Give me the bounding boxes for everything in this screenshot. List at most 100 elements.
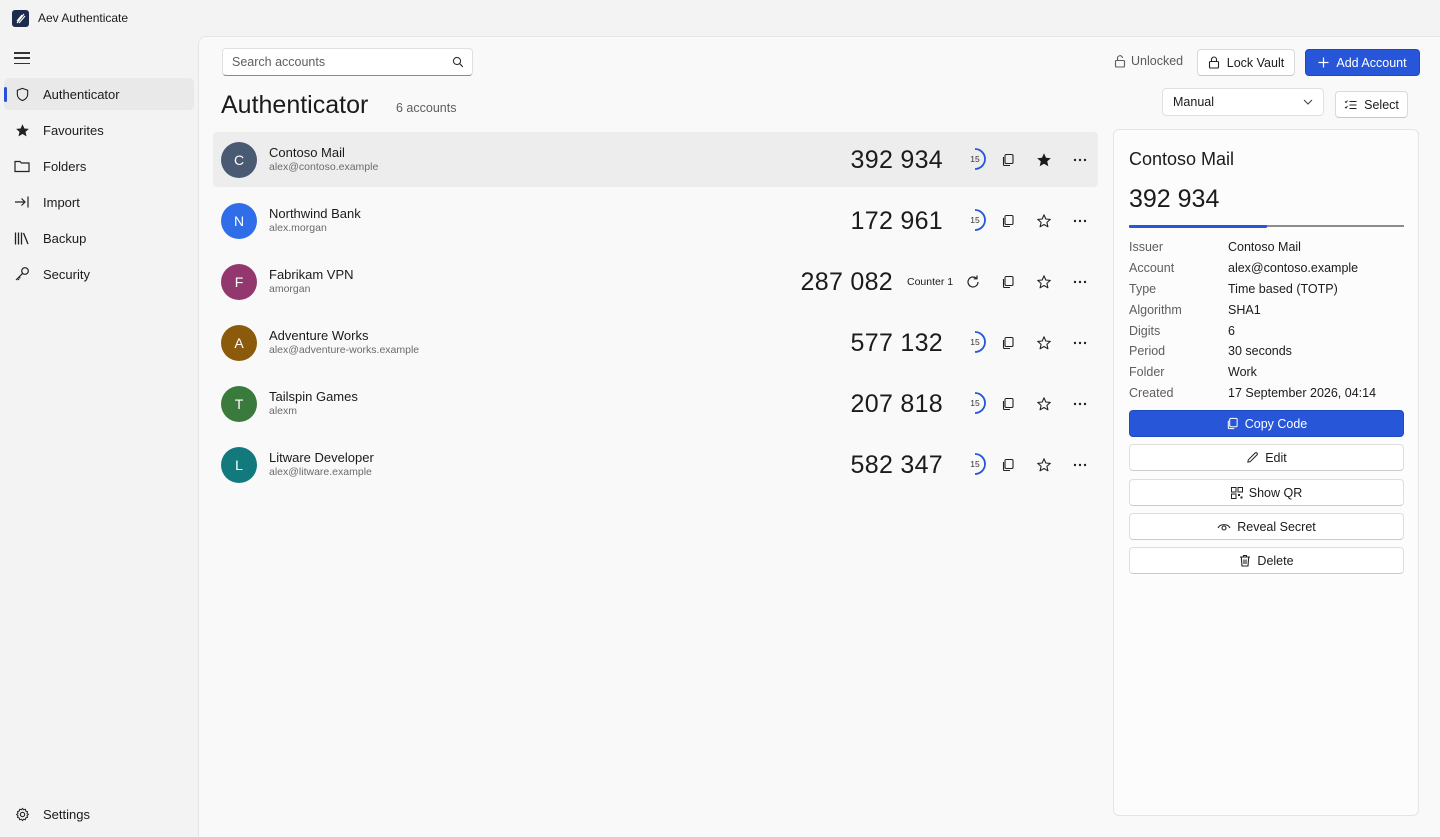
- sort-select[interactable]: Manual: [1162, 88, 1324, 116]
- account-row-tailspin-games[interactable]: T Tailspin Games alexm 207 818 15: [213, 376, 1098, 431]
- otp-code[interactable]: 287 082: [801, 268, 893, 297]
- page-title: Authenticator: [221, 91, 369, 119]
- detail-value: 30 seconds: [1228, 344, 1292, 359]
- sidebar-item-label: Security: [43, 266, 90, 282]
- sort-select-value: Manual: [1173, 95, 1214, 109]
- detail-value: SHA1: [1228, 302, 1261, 317]
- avatar: T: [221, 386, 257, 422]
- otp-code[interactable]: 582 347: [851, 451, 943, 480]
- sidebar-item-import[interactable]: Import: [4, 186, 194, 218]
- account-name: Tailspin Games: [269, 389, 358, 404]
- gear-icon: [14, 806, 30, 822]
- copy-icon[interactable]: [997, 393, 1019, 415]
- details-list: Issuer Contoso Mail Account alex@contoso…: [1129, 237, 1409, 403]
- star-outline-icon[interactable]: [1033, 210, 1055, 232]
- account-row-fabrikam-vpn[interactable]: F Fabrikam VPN amorgan 287 082 Counter 1: [213, 254, 1098, 309]
- app-logo-icon: [12, 9, 29, 27]
- refresh-icon[interactable]: [962, 271, 984, 293]
- sidebar-nav: Authenticator Favourites Folders Import …: [4, 78, 194, 294]
- more-options-icon[interactable]: [1069, 210, 1091, 232]
- detail-key: Algorithm: [1129, 302, 1182, 317]
- otp-code[interactable]: 172 961: [851, 207, 943, 236]
- account-row-adventure-works[interactable]: A Adventure Works alex@adventure-works.e…: [213, 315, 1098, 370]
- sidebar: Authenticator Favourites Folders Import …: [0, 36, 198, 837]
- copy-icon[interactable]: [997, 210, 1019, 232]
- more-options-icon[interactable]: [1069, 454, 1091, 476]
- reveal-secret-button[interactable]: Reveal Secret: [1129, 513, 1404, 540]
- detail-key: Account: [1129, 261, 1175, 276]
- lock-vault-button[interactable]: Lock Vault: [1197, 49, 1295, 76]
- otp-code[interactable]: 577 132: [851, 329, 943, 358]
- copy-icon[interactable]: [997, 332, 1019, 354]
- more-options-icon[interactable]: [1069, 149, 1091, 171]
- account-row-northwind-bank[interactable]: N Northwind Bank alex.morgan 172 961 15: [213, 193, 1098, 248]
- edit-button[interactable]: Edit: [1129, 444, 1404, 471]
- show-qr-button[interactable]: Show QR: [1129, 479, 1404, 506]
- copy-icon[interactable]: [997, 271, 1019, 293]
- sidebar-item-settings[interactable]: Settings: [4, 798, 194, 830]
- sidebar-item-favourites[interactable]: Favourites: [4, 114, 194, 146]
- account-user: alex@litware.example: [269, 466, 372, 478]
- account-user: alex@adventure-works.example: [269, 344, 420, 356]
- star-icon: [14, 122, 30, 138]
- otp-code[interactable]: 207 818: [851, 390, 943, 419]
- add-account-button[interactable]: Add Account: [1305, 49, 1420, 76]
- sidebar-item-folders[interactable]: Folders: [4, 150, 194, 182]
- add-account-label: Add Account: [1336, 55, 1407, 70]
- vault-status-label: Unlocked: [1131, 54, 1184, 68]
- timer-seconds: 15: [970, 398, 980, 408]
- detail-key: Period: [1129, 344, 1166, 359]
- detail-row-folder: Folder Work: [1129, 362, 1409, 383]
- unlock-icon: [1114, 54, 1126, 68]
- detail-value: alex@contoso.example: [1228, 261, 1359, 276]
- key-icon: [14, 266, 30, 282]
- more-options-icon[interactable]: [1069, 393, 1091, 415]
- detail-row-period: Period 30 seconds: [1129, 341, 1409, 362]
- timer-seconds: 15: [970, 459, 980, 469]
- title-bar: Aev Authenticate: [0, 0, 1440, 36]
- star-outline-icon[interactable]: [1033, 393, 1055, 415]
- chevron-down-icon: [1303, 99, 1313, 105]
- avatar: A: [221, 325, 257, 361]
- search-icon[interactable]: [444, 49, 472, 75]
- star-outline-icon[interactable]: [1033, 271, 1055, 293]
- account-name: Fabrikam VPN: [269, 267, 354, 282]
- more-options-icon[interactable]: [1069, 332, 1091, 354]
- account-row-contoso-mail[interactable]: C Contoso Mail alex@contoso.example 392 …: [213, 132, 1098, 187]
- account-row-litware-developer[interactable]: L Litware Developer alex@litware.example…: [213, 437, 1098, 492]
- detail-row-created: Created 17 September 2026, 04:14: [1129, 383, 1409, 404]
- details-code[interactable]: 392 934: [1129, 185, 1219, 214]
- more-options-icon[interactable]: [1069, 271, 1091, 293]
- copy-code-label: Copy Code: [1244, 416, 1308, 431]
- search-box: [222, 48, 473, 76]
- search-input[interactable]: [223, 49, 444, 75]
- star-filled-icon[interactable]: [1033, 149, 1055, 171]
- lock-vault-label: Lock Vault: [1226, 55, 1285, 70]
- timer-ring-icon: 15: [963, 452, 987, 476]
- qr-code-icon: [1230, 486, 1243, 499]
- star-outline-icon[interactable]: [1033, 332, 1055, 354]
- copy-icon[interactable]: [997, 454, 1019, 476]
- sidebar-item-label: Favourites: [43, 122, 104, 138]
- folder-icon: [14, 158, 30, 174]
- select-label: Select: [1364, 97, 1399, 112]
- timer-ring-icon: 15: [963, 208, 987, 232]
- code-progress-bar: [1129, 224, 1404, 228]
- copy-code-button[interactable]: Copy Code: [1129, 410, 1404, 437]
- sidebar-item-security[interactable]: Security: [4, 258, 194, 290]
- detail-value: 17 September 2026, 04:14: [1228, 385, 1377, 400]
- select-button[interactable]: Select: [1335, 91, 1408, 118]
- sidebar-item-authenticator[interactable]: Authenticator: [4, 78, 194, 110]
- counter-label: Counter 1: [907, 276, 954, 288]
- copy-icon[interactable]: [997, 149, 1019, 171]
- reveal-secret-label: Reveal Secret: [1237, 519, 1316, 534]
- detail-row-account: Account alex@contoso.example: [1129, 258, 1409, 279]
- menu-toggle-icon[interactable]: [14, 52, 30, 64]
- account-name: Adventure Works: [269, 328, 369, 343]
- app-title: Aev Authenticate: [38, 11, 129, 25]
- detail-key: Folder: [1129, 365, 1165, 380]
- star-outline-icon[interactable]: [1033, 454, 1055, 476]
- delete-button[interactable]: Delete: [1129, 547, 1404, 574]
- sidebar-item-backup[interactable]: Backup: [4, 222, 194, 254]
- otp-code[interactable]: 392 934: [851, 146, 943, 175]
